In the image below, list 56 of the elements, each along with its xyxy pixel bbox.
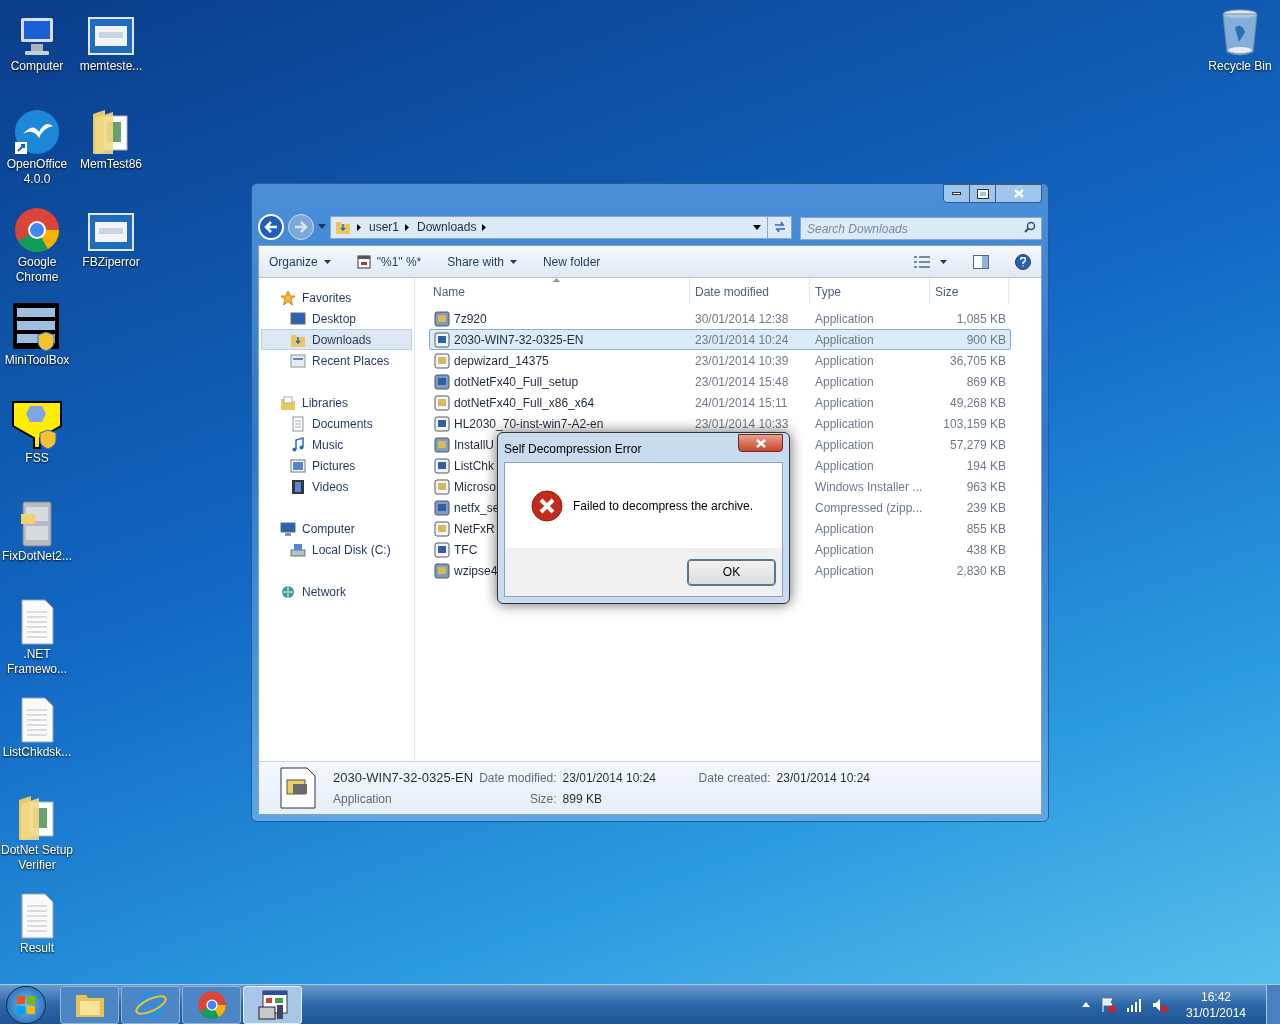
file-size: 2,830 KB — [956, 563, 1006, 578]
file-size: 900 KB — [966, 332, 1006, 347]
file-size: 1,085 KB — [956, 311, 1006, 326]
details-label: Date created: — [698, 769, 771, 787]
file-size: 36,705 KB — [949, 353, 1006, 368]
file-name: dotNetFx40_Full_setup — [454, 373, 579, 391]
file-type: Application — [815, 521, 874, 536]
details-label: Date modified: — [479, 769, 557, 787]
file-size: 239 KB — [966, 500, 1006, 515]
file-date: 23/01/2014 10:39 — [695, 353, 789, 368]
file-type: Application — [815, 332, 874, 347]
details-file-name: 2030-WIN7-32-0325-EN — [333, 768, 474, 787]
file-type: Application — [815, 437, 874, 452]
file-date: 23/01/2014 10:33 — [695, 416, 789, 431]
details-value: 23/01/2014 10:24 — [562, 769, 657, 787]
file-name: InstallU — [454, 436, 494, 454]
file-type: Application — [815, 542, 874, 557]
file-name: TFC — [454, 541, 478, 559]
file-name: dotNetFx40_Full_x86_x64 — [454, 394, 595, 412]
file-name: wzipse4 — [454, 562, 498, 580]
file-type: Application — [815, 311, 874, 326]
file-size: 963 KB — [966, 479, 1006, 494]
file-type: Application — [815, 458, 874, 473]
details-value: 899 KB — [562, 791, 603, 809]
file-name: depwizard_14375 — [454, 352, 549, 370]
file-size: 194 KB — [966, 458, 1006, 473]
error-message: Failed to decompress the archive. — [573, 497, 754, 515]
file-date: 23/01/2014 10:24 — [695, 332, 789, 347]
file-type: Application — [815, 353, 874, 368]
clock-time: 16:42 — [1200, 988, 1231, 1005]
file-size: 438 KB — [966, 542, 1006, 557]
file-size: 57,279 KB — [949, 437, 1006, 452]
file-date: 24/01/2014 15:11 — [695, 395, 788, 410]
file-date: 23/01/2014 15:48 — [695, 374, 789, 389]
file-date: 30/01/2014 12:38 — [695, 311, 789, 326]
file-name: NetFxR — [454, 520, 495, 538]
file-size: 103,159 KB — [943, 416, 1006, 431]
details-file-type: Application — [333, 791, 393, 809]
details-label: Size: — [528, 791, 557, 809]
file-size: 855 KB — [966, 521, 1006, 536]
file-name: 2030-WIN7-32-0325-EN — [454, 331, 584, 349]
file-type: Windows Installer ... — [815, 479, 923, 494]
file-size: 869 KB — [966, 374, 1006, 389]
details-value: 23/01/2014 10:24 — [776, 769, 871, 787]
file-name: Microso — [454, 478, 496, 496]
file-type: Application — [815, 395, 874, 410]
file-name: HL2030_70-inst-win7-A2-en — [454, 415, 604, 433]
file-type: Application — [815, 563, 874, 578]
file-type: Application — [815, 374, 874, 389]
dialog-title: Self Decompression Error — [504, 441, 642, 458]
file-name: ListChk — [454, 457, 494, 475]
clock-date: 31/01/2014 — [1185, 1004, 1246, 1021]
file-size: 49,268 KB — [949, 395, 1006, 410]
file-type: Application — [815, 416, 874, 431]
file-name: 7z920 — [454, 310, 487, 328]
file-type: Compressed (zipp... — [815, 500, 923, 515]
